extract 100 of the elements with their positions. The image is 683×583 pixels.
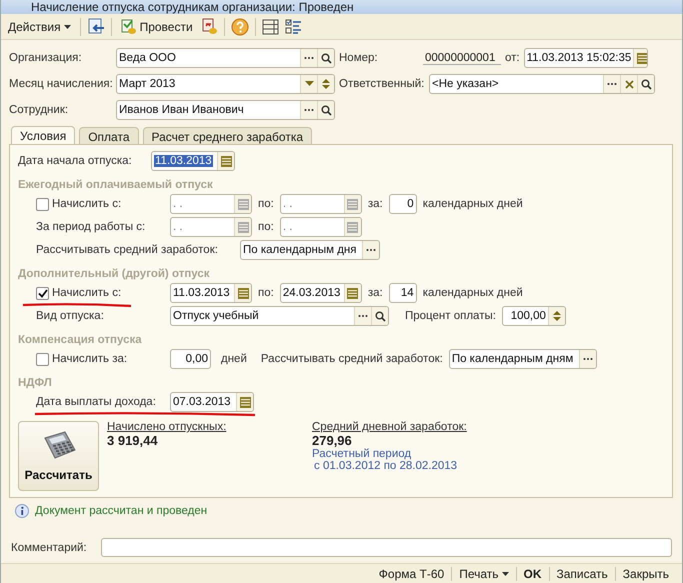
- checkbox-label: Начислить с:: [52, 198, 122, 210]
- calendar-button[interactable]: [234, 284, 251, 302]
- calendar-button[interactable]: [236, 393, 253, 411]
- section-title: НДФЛ: [18, 376, 53, 389]
- employee-field[interactable]: Иванов Иван Иванович: [116, 100, 335, 120]
- ellipsis-icon: [582, 357, 593, 361]
- footer-button[interactable]: Печать: [451, 566, 516, 580]
- period-link[interactable]: Расчетный период: [312, 448, 604, 460]
- date-field[interactable]: 24.03.2013: [280, 283, 362, 303]
- info-icon: [15, 504, 29, 518]
- date-time-field[interactable]: 11.03.2013 15:02:35: [524, 48, 648, 68]
- search-button[interactable]: [371, 307, 388, 325]
- average-earnings-field[interactable]: По календарным дням: [448, 349, 597, 369]
- close-icon: [624, 80, 634, 88]
- field-label: Рассчитывать средний заработок:: [260, 353, 443, 365]
- field-label: от:: [505, 52, 520, 64]
- footer-button[interactable]: OK: [516, 566, 548, 580]
- calendar-button[interactable]: [217, 152, 234, 170]
- field-label: по:: [258, 198, 274, 210]
- calendar-icon: [238, 198, 248, 210]
- ellipsis-icon: [607, 82, 617, 86]
- ellipsis-button[interactable]: [300, 101, 317, 119]
- search-button[interactable]: [317, 49, 334, 67]
- comment-field[interactable]: [100, 538, 672, 557]
- checkbox-label: Начислить за:: [52, 353, 128, 365]
- result-label: Начислено отпускных:: [107, 421, 228, 433]
- period-link[interactable]: с 01.03.2012 по 28.02.2013: [312, 460, 604, 472]
- spin-button[interactable]: [317, 75, 334, 93]
- result-label: Средний дневной заработок:: [312, 421, 468, 433]
- percent-field[interactable]: 100,00: [502, 306, 566, 326]
- ellipsis-button[interactable]: [603, 75, 620, 93]
- calendar-icon: [220, 156, 232, 166]
- footer-button[interactable]: Закрыть: [614, 566, 676, 580]
- field-label: по:: [258, 287, 274, 299]
- calculate-button[interactable]: Рассчитать: [18, 421, 99, 491]
- start-date-field[interactable]: 11.03.2013: [151, 151, 235, 171]
- checklist-icon[interactable]: [284, 18, 302, 34]
- tab[interactable]: Условия: [11, 126, 76, 145]
- tab[interactable]: Расчет среднего заработка: [142, 127, 312, 145]
- date-field[interactable]: 11.03.2013: [170, 283, 252, 303]
- calendar-icon: [347, 288, 358, 298]
- window-title: Начисление отпуска сотрудникам организации: Проведен: [31, 0, 354, 14]
- help-icon[interactable]: [230, 18, 249, 36]
- field-label: Вид отпуска:: [36, 310, 105, 322]
- field-label: за:: [368, 198, 383, 210]
- average-earnings-field[interactable]: По календарным дня: [240, 240, 380, 260]
- search-button[interactable]: [637, 75, 654, 93]
- search-icon: [320, 104, 332, 116]
- actions-menu[interactable]: Действия: [5, 18, 74, 36]
- days-field[interactable]: 14: [388, 283, 417, 303]
- calendar-button[interactable]: [344, 284, 361, 302]
- field-label: Номер:: [339, 52, 379, 64]
- calendar-icon: [238, 288, 248, 298]
- status-message: Документ рассчитан и проведен: [35, 505, 208, 517]
- ellipsis-button[interactable]: [300, 49, 317, 67]
- unit-label: календарных дней: [422, 287, 523, 299]
- field-label: за:: [368, 287, 383, 299]
- leave-type-field[interactable]: Отпуск учебный: [170, 306, 389, 326]
- spin-button[interactable]: [548, 307, 565, 325]
- list-icon[interactable]: [262, 18, 279, 34]
- payment-date-field[interactable]: 07.03.2013: [170, 392, 254, 412]
- field-label: Рассчитывать средний заработок:: [36, 244, 219, 256]
- field-label: Месяц начисления:: [9, 78, 114, 90]
- field-label: Сотрудник:: [9, 104, 70, 116]
- footer-button[interactable]: Форма Т-60: [372, 566, 452, 580]
- dropdown-button[interactable]: [300, 75, 317, 93]
- search-button[interactable]: [317, 101, 334, 119]
- responsible-field[interactable]: <Не указан>: [429, 74, 655, 94]
- days-field[interactable]: 0,00: [170, 349, 211, 369]
- field-label: Дата начала отпуска:: [18, 155, 133, 167]
- field-label: по:: [258, 221, 274, 233]
- section-title: Компенсация отпуска: [18, 333, 143, 346]
- tab[interactable]: Оплата: [79, 127, 138, 145]
- organization-field[interactable]: Веда ООО: [116, 48, 335, 68]
- field-label: За период работы с:: [36, 221, 146, 233]
- calendar-icon: [238, 222, 248, 232]
- footer-button[interactable]: Записать: [548, 566, 615, 580]
- section-title: Дополнительный (другой) отпуск: [18, 267, 211, 280]
- document-coins-icon[interactable]: [202, 18, 218, 35]
- calendar-icon: [636, 52, 647, 64]
- calendar-icon: [240, 396, 250, 408]
- number-field[interactable]: 00000000001: [423, 52, 501, 64]
- ellipsis-button[interactable]: [362, 241, 379, 259]
- field-label: Комментарий:: [11, 542, 87, 554]
- clear-button[interactable]: [620, 75, 637, 93]
- checkbox[interactable]: [36, 352, 49, 366]
- ellipsis-button[interactable]: [578, 350, 596, 368]
- ellipsis-icon: [304, 56, 314, 60]
- ellipsis-button[interactable]: [354, 307, 371, 325]
- document-arrow-icon[interactable]: [86, 18, 105, 35]
- post-button[interactable]: Провести: [118, 16, 196, 36]
- unit-label: дней: [221, 353, 247, 365]
- month-field[interactable]: Март 2013: [116, 74, 335, 94]
- search-icon: [374, 310, 386, 322]
- section-title: Ежегодный оплачиваемый отпуск: [18, 178, 214, 191]
- checkbox-label: Начислить с:: [52, 287, 122, 299]
- calendar-button[interactable]: [633, 49, 647, 67]
- caret-icon: [304, 81, 314, 87]
- field-label: Дата выплаты дохода:: [36, 396, 157, 408]
- checkbox[interactable]: [36, 286, 49, 300]
